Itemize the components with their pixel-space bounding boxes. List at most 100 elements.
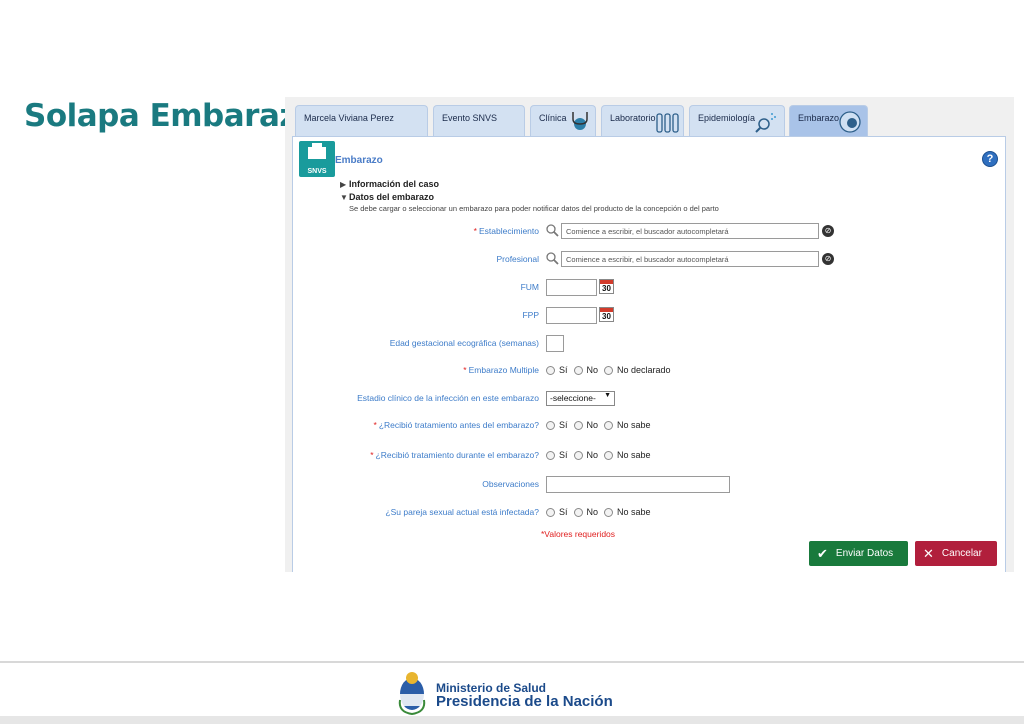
- section-label: Datos del embarazo: [349, 192, 435, 202]
- clear-icon[interactable]: ⊘: [822, 253, 834, 265]
- app-window: Marcela Viviana Perez Evento SNVS Clínic…: [285, 97, 1014, 572]
- tab-epidemiologia[interactable]: Epidemiología: [689, 105, 785, 136]
- fpp-label: FPP: [522, 310, 539, 320]
- radio-no-sabe[interactable]: [604, 420, 614, 430]
- button-label: Cancelar: [941, 548, 982, 559]
- option-label: No: [586, 507, 599, 517]
- logo-text: SNVS: [307, 168, 327, 175]
- fum-label: FUM: [520, 282, 539, 292]
- observaciones-input[interactable]: [546, 476, 730, 493]
- required-values-note: *Valores requeridos: [541, 529, 616, 539]
- close-icon: ✕: [923, 545, 934, 561]
- button-label: Enviar Datos: [835, 548, 894, 559]
- snvs-logo: SNVS: [299, 141, 335, 177]
- option-label: Sí: [559, 450, 568, 460]
- search-icon[interactable]: [546, 224, 559, 237]
- radio-si[interactable]: [546, 450, 555, 460]
- calendar-icon[interactable]: 30: [599, 279, 614, 294]
- radio-no[interactable]: [573, 420, 583, 430]
- section-label: Información del caso: [349, 179, 440, 189]
- radio-no[interactable]: [573, 450, 583, 460]
- tab-label: Evento SNVS: [442, 113, 498, 123]
- pareja-label: ¿Su pareja sexual actual está infectada?: [385, 507, 539, 517]
- profesional-label: Profesional: [496, 254, 539, 264]
- form-panel: SNVS Embarazo ? ▶ Información del caso ▼D…: [292, 136, 1006, 572]
- observaciones-label: Observaciones: [482, 479, 539, 489]
- option-label: No declarado: [617, 365, 671, 375]
- caret-down-icon: ▼: [340, 193, 348, 202]
- establecimiento-label: * Establecimiento: [474, 226, 539, 236]
- test-tubes-icon: [656, 113, 679, 133]
- tab-patient[interactable]: Marcela Viviana Perez: [295, 105, 428, 136]
- embarazo-multiple-radios: Sí No No declarado: [546, 365, 677, 375]
- establecimiento-input[interactable]: [561, 223, 819, 239]
- check-icon: ✔: [817, 545, 828, 561]
- edad-gestacional-label: Edad gestacional ecográfica (semanas): [389, 338, 539, 348]
- label-text: Establecimiento: [478, 226, 539, 236]
- estadio-clinico-select[interactable]: -seleccione- ▼: [546, 391, 615, 406]
- cancelar-button[interactable]: ✕ Cancelar: [915, 541, 997, 566]
- section-info-caso[interactable]: ▶ Información del caso: [340, 179, 439, 189]
- stethoscope-icon: [572, 112, 588, 130]
- clear-icon[interactable]: ⊘: [822, 225, 834, 237]
- section-note: Se debe cargar o seleccionar un embarazo…: [349, 204, 719, 213]
- slide-title: Solapa Embarazo: [24, 98, 318, 134]
- pareja-radios: Sí No No sabe: [546, 507, 657, 517]
- radio-no-declarado[interactable]: [604, 365, 614, 375]
- fpp-input[interactable]: [546, 307, 597, 324]
- edad-gestacional-input[interactable]: [546, 335, 564, 352]
- label-text: Embarazo Multiple: [468, 365, 539, 375]
- pregnancy-icon: [839, 111, 861, 133]
- footer-presidencia: Presidencia de la Nación: [436, 693, 613, 710]
- enviar-datos-button[interactable]: ✔ Enviar Datos: [809, 541, 908, 566]
- option-label: Sí: [559, 507, 568, 517]
- help-icon[interactable]: ?: [982, 151, 998, 167]
- option-label: No: [586, 450, 599, 460]
- option-label: No sabe: [617, 507, 651, 517]
- radio-si[interactable]: [546, 507, 555, 517]
- section-datos-embarazo[interactable]: ▼Datos del embarazo: [340, 192, 434, 202]
- snvs-logo-icon: [308, 143, 326, 159]
- tratamiento-antes-radios: Sí No No sabe: [546, 420, 657, 430]
- tab-label: Laboratorio: [610, 113, 656, 123]
- coat-of-arms-logo: [398, 672, 426, 716]
- panel-title: Embarazo: [335, 155, 383, 166]
- profesional-input[interactable]: [561, 251, 819, 267]
- embarazo-multiple-label: * Embarazo Multiple: [463, 365, 539, 375]
- tratamiento-durante-radios: Sí No No sabe: [546, 450, 657, 460]
- radio-si[interactable]: [546, 420, 555, 430]
- option-label: No sabe: [617, 450, 651, 460]
- radio-si[interactable]: [546, 365, 555, 375]
- tab-laboratorio[interactable]: Laboratorio: [601, 105, 684, 136]
- tab-bar: Marcela Viviana Perez Evento SNVS Clínic…: [285, 105, 1014, 136]
- caret-right-icon: ▶: [340, 180, 347, 189]
- tab-embarazo[interactable]: Embarazo: [789, 105, 868, 136]
- radio-no[interactable]: [573, 507, 583, 517]
- calendar-day: 30: [602, 312, 611, 321]
- radio-no-sabe[interactable]: [604, 507, 614, 517]
- radio-no[interactable]: [573, 365, 583, 375]
- option-label: Sí: [559, 365, 568, 375]
- tab-clinica[interactable]: Clínica: [530, 105, 596, 136]
- chevron-down-icon: ▼: [604, 392, 611, 399]
- required-mark: *: [473, 226, 477, 236]
- tab-label: Marcela Viviana Perez: [304, 113, 394, 123]
- tratamiento-durante-label: * ¿Recibió tratamiento durante el embaraz…: [370, 450, 539, 460]
- option-label: Sí: [559, 420, 568, 430]
- calendar-icon[interactable]: 30: [599, 307, 614, 322]
- footer-bar: [0, 716, 1024, 724]
- search-icon[interactable]: [546, 252, 559, 265]
- option-label: No: [586, 420, 599, 430]
- label-text: ¿Recibió tratamiento antes del embarazo?: [378, 420, 539, 430]
- tab-evento-snvs[interactable]: Evento SNVS: [433, 105, 525, 136]
- footer-divider: [0, 661, 1024, 663]
- tab-label: Clínica: [539, 113, 567, 123]
- tratamiento-antes-label: * ¿Recibió tratamiento antes del embarazo…: [374, 420, 539, 430]
- select-value: -seleccione-: [550, 393, 596, 403]
- calendar-day: 30: [602, 284, 611, 293]
- required-mark: *: [373, 420, 377, 430]
- radio-no-sabe[interactable]: [604, 450, 614, 460]
- estadio-clinico-label: Estadio clínico de la infección en este …: [357, 393, 539, 403]
- required-mark: *: [463, 365, 467, 375]
- fum-input[interactable]: [546, 279, 597, 296]
